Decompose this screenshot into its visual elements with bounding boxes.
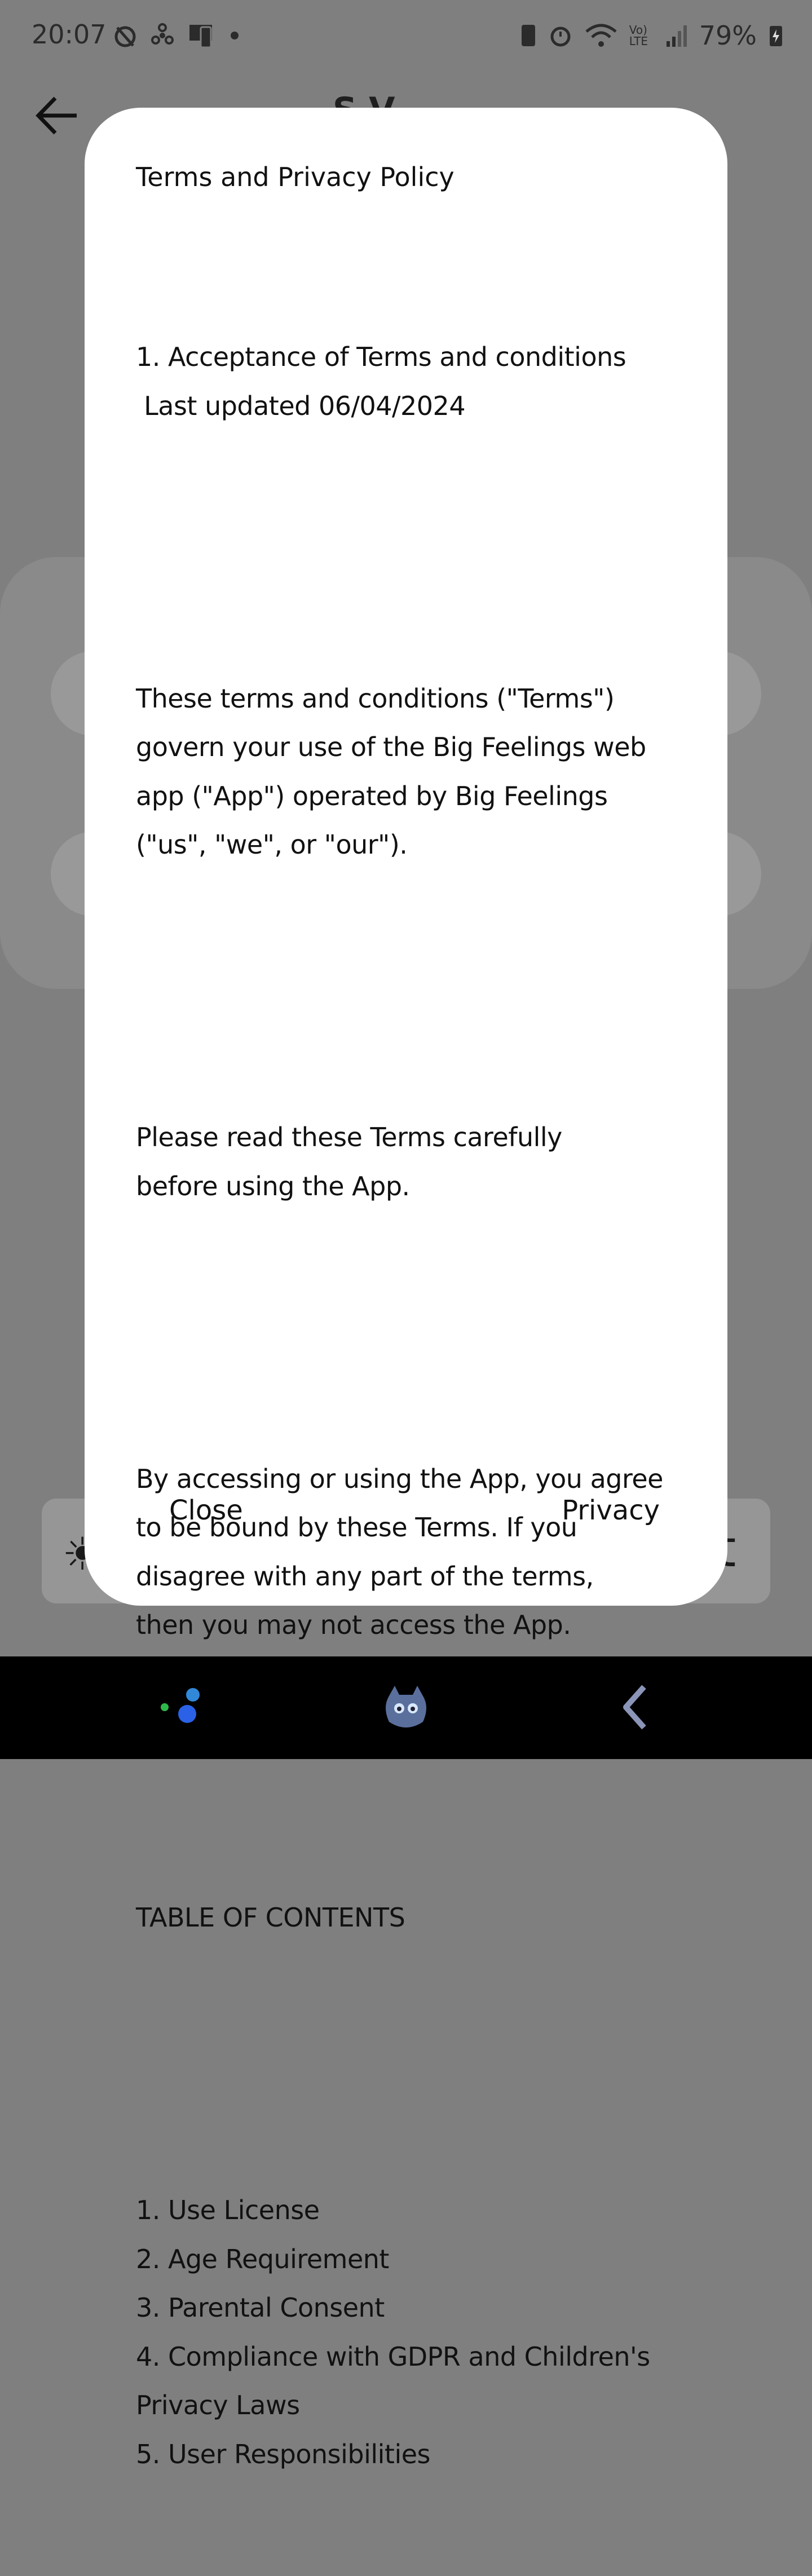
terms-paragraph xyxy=(136,528,694,577)
terms-paragraph xyxy=(136,1308,694,1357)
network-type: Vo) LTE xyxy=(629,23,648,48)
status-time: 20:07 xyxy=(32,19,107,50)
fan-icon xyxy=(151,23,174,45)
terms-dialog: Terms and Privacy Policy 1. Acceptance o… xyxy=(85,108,727,2469)
table-of-contents-list: 1. Use License 2. Age Requirement 3. Par… xyxy=(136,2195,650,2469)
status-right: Vo) LTE 79% xyxy=(520,20,784,51)
terms-paragraph: Please read these Terms carefully before… xyxy=(136,1122,562,1201)
table-of-contents-heading: TABLE OF CONTENTS xyxy=(136,1902,405,1933)
dialog-title: Terms and Privacy Policy xyxy=(136,162,454,192)
back-icon[interactable] xyxy=(609,1679,665,1735)
battery-charging-icon xyxy=(770,26,782,46)
dot-icon xyxy=(231,32,239,39)
terms-paragraph xyxy=(136,2040,694,2089)
home-icon[interactable] xyxy=(378,1679,434,1735)
arrow-left-icon[interactable] xyxy=(35,96,80,135)
signal-icon xyxy=(666,25,687,47)
navigation-bar xyxy=(0,1656,812,1759)
terms-paragraph: These terms and conditions ("Terms") gov… xyxy=(136,683,646,860)
terms-paragraph xyxy=(136,967,694,1016)
status-bar: 20:07 Vo) LTE 79% xyxy=(0,0,812,73)
recents-icon[interactable] xyxy=(152,1679,209,1735)
screen-icon xyxy=(189,25,212,48)
sim-icon xyxy=(521,25,535,46)
alarm-off-icon xyxy=(114,26,136,47)
status-left-icons xyxy=(113,23,240,48)
terms-paragraph: By accessing or using the App, you agree… xyxy=(136,1463,663,1641)
wifi-icon xyxy=(585,24,617,47)
terms-paragraph: 1. Acceptance of Terms and conditions La… xyxy=(136,342,626,421)
alarm-icon xyxy=(550,26,571,47)
close-button[interactable]: Close xyxy=(164,1489,249,1532)
dialog-body: 1. Acceptance of Terms and conditions La… xyxy=(136,235,694,2576)
privacy-button[interactable]: Privacy xyxy=(556,1489,665,1532)
battery-percent: 79% xyxy=(699,20,757,51)
